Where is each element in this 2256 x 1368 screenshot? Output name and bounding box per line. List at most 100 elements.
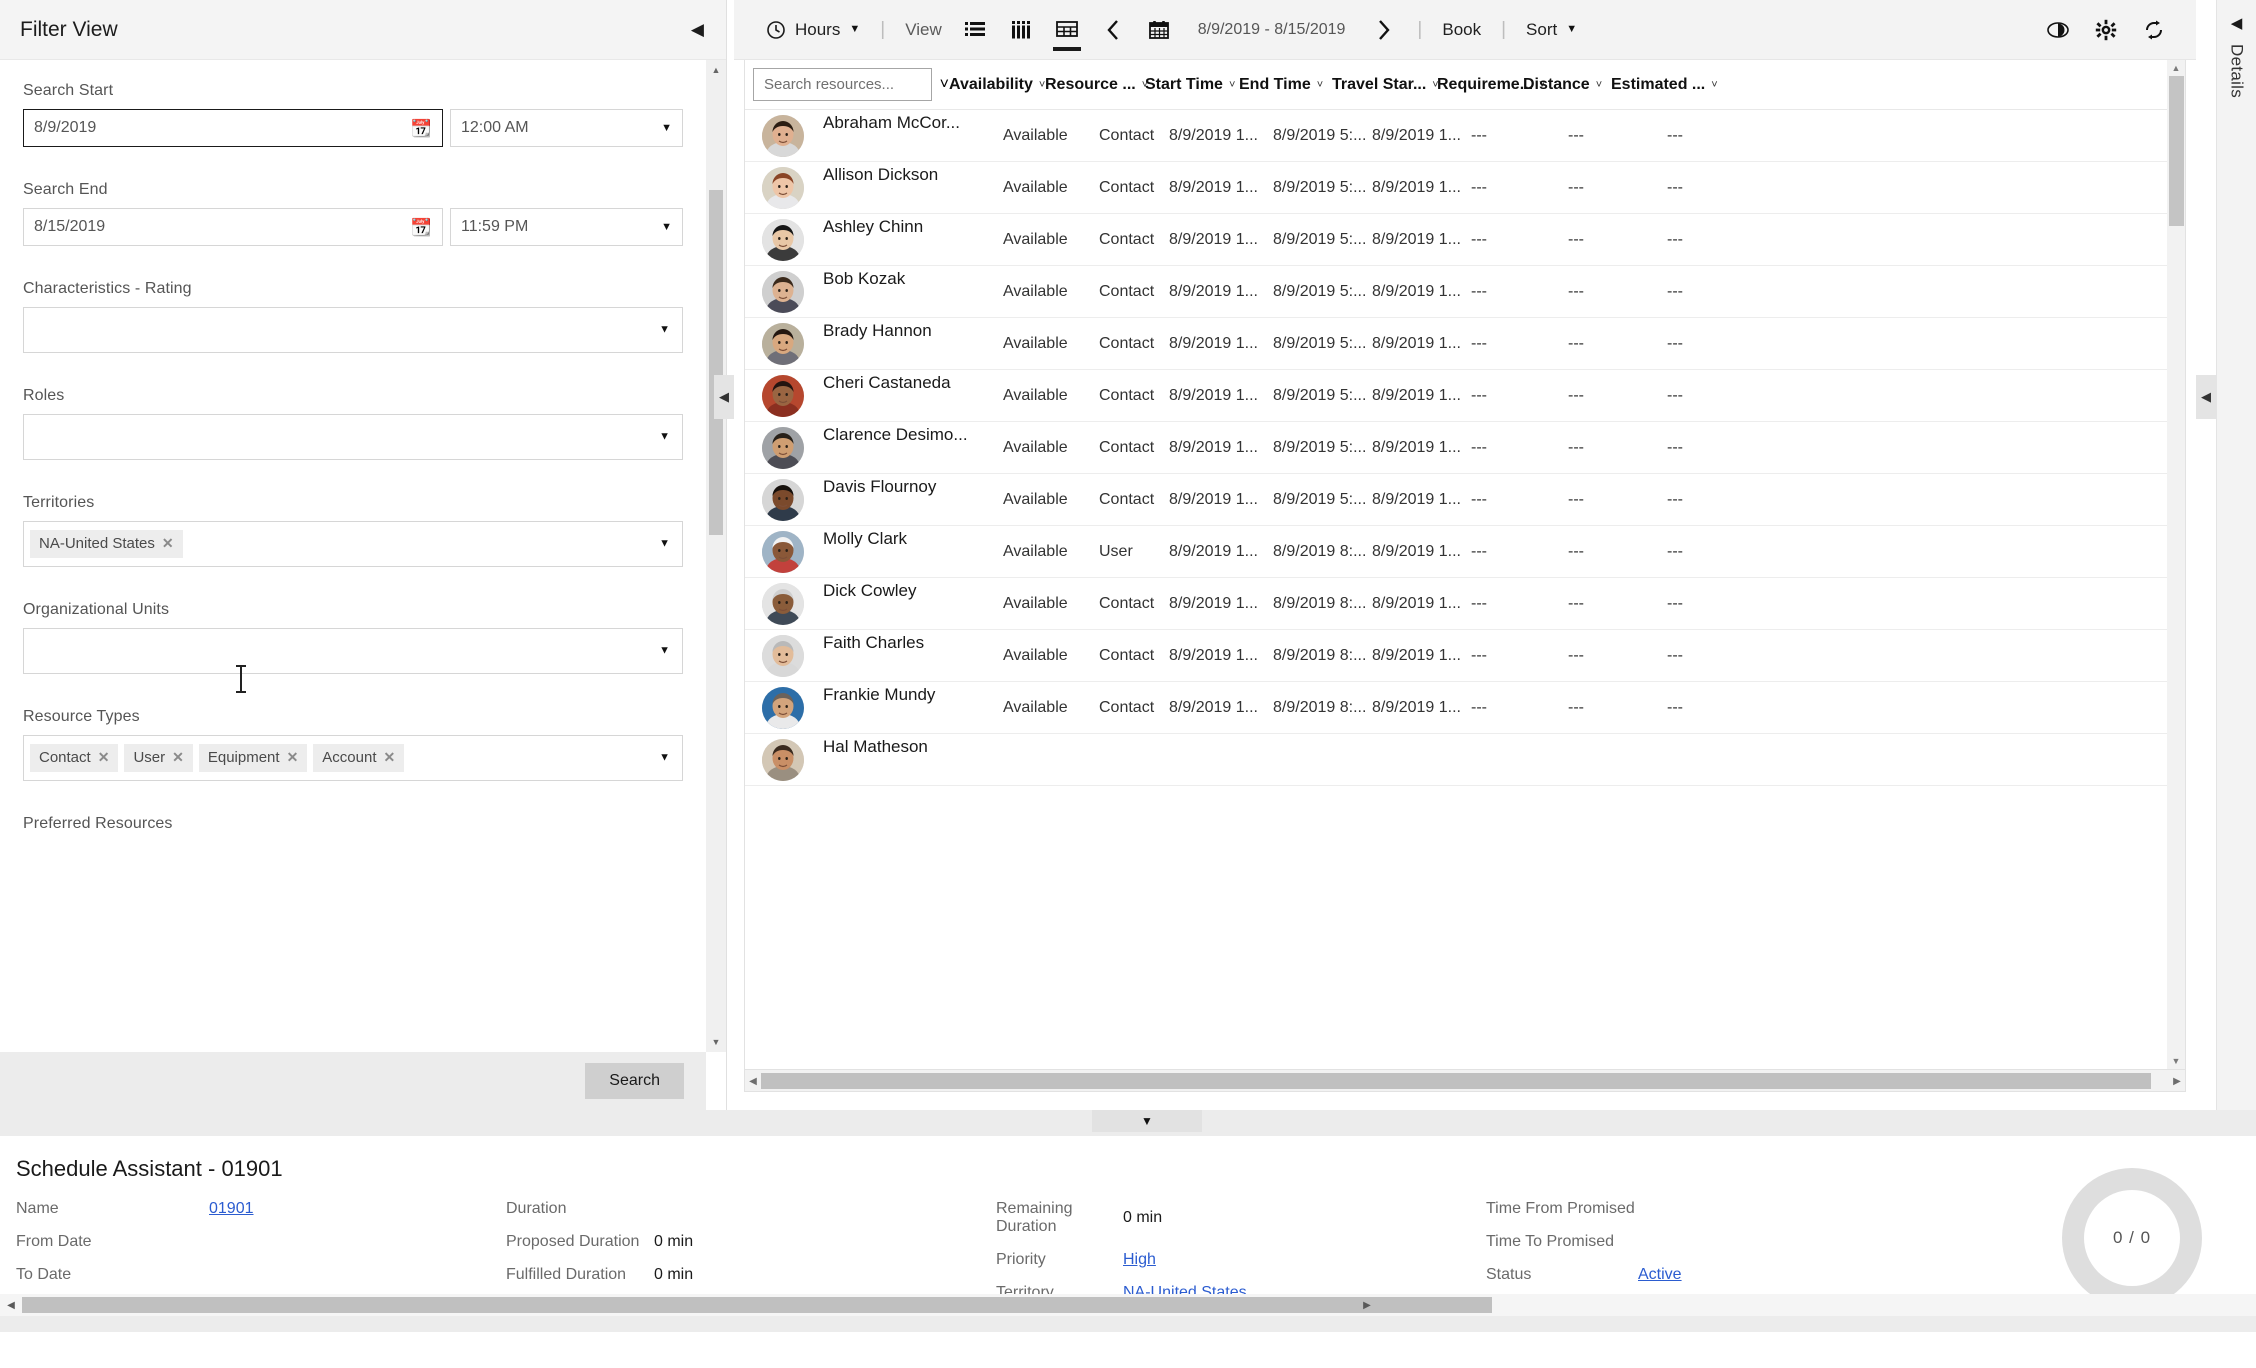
resource-types-select[interactable]: Contact ✕ User ✕ Equipment ✕ Account ✕ ▼ xyxy=(23,735,683,781)
column-header-label: Requireme... xyxy=(1437,75,1534,93)
detail-field-value[interactable]: High xyxy=(1123,1251,1156,1269)
column-header-start-time[interactable]: Start Time ˅ xyxy=(1145,76,1239,94)
search-end-date-input[interactable]: 8/15/2019 📆 xyxy=(23,208,443,246)
column-header-label: Estimated ... xyxy=(1611,75,1706,93)
panel-collapse-handle-right[interactable]: ◀ xyxy=(2196,375,2216,419)
resource-type-chip[interactable]: User ✕ xyxy=(124,744,193,772)
hours-dropdown[interactable]: Hours ▼ xyxy=(756,8,870,52)
table-row[interactable]: Allison Dickson Available Contact 8/9/2019 … xyxy=(745,162,2185,214)
resource-name: Frankie Mundy xyxy=(823,684,936,704)
scroll-left-icon[interactable]: ◀ xyxy=(745,1070,761,1092)
details-tab[interactable]: ◀ Details xyxy=(2216,0,2256,1110)
table-row[interactable]: Cheri Castaneda Available Contact 8/9/2019 … xyxy=(745,370,2185,422)
resource-type-chip[interactable]: Equipment ✕ xyxy=(198,744,308,772)
table-row[interactable]: Bob Kozak Available Contact 8/9/2019 1... 8/… xyxy=(745,266,2185,318)
splitter-collapse-button[interactable]: ▼ xyxy=(1092,1110,1202,1132)
table-row[interactable]: Hal Matheson xyxy=(745,734,2185,786)
column-header-availability[interactable]: Availability ˅ xyxy=(949,76,1045,94)
cell-start-time: 8/9/2019 1... xyxy=(1169,594,1258,612)
calendar-icon[interactable]: 📆 xyxy=(411,219,432,236)
search-start-time-select[interactable]: 12:00 AM ▼ xyxy=(450,109,683,147)
detail-field-value[interactable]: Active xyxy=(1638,1266,1682,1284)
table-row[interactable]: Frankie Mundy Available Contact 8/9/2019 1.… xyxy=(745,682,2185,734)
table-row[interactable]: Molly Clark Available User 8/9/2019 1... 8/9… xyxy=(745,526,2185,578)
chevron-left-icon[interactable]: ◀ xyxy=(2231,14,2243,32)
scroll-left-icon[interactable]: ◀ xyxy=(2,1294,20,1316)
table-vertical-scrollbar[interactable]: ▲ ▼ xyxy=(2167,60,2185,1069)
organizational-units-select[interactable]: ▼ xyxy=(23,628,683,674)
search-start-date-input[interactable]: 8/9/2019 📆 xyxy=(23,109,443,147)
detail-field: Time From Promised xyxy=(1486,1200,1906,1218)
eye-icon[interactable] xyxy=(2034,7,2082,53)
column-header-resource-type[interactable]: Resource ... ˅ xyxy=(1045,76,1148,94)
sort-dropdown[interactable]: Sort ▼ xyxy=(1516,8,1587,52)
detail-column-4: Time From Promised Time To Promised Stat… xyxy=(1486,1200,1906,1302)
close-icon[interactable]: ✕ xyxy=(162,535,174,552)
grid-view-icon[interactable] xyxy=(1044,7,1090,53)
book-button[interactable]: Book xyxy=(1432,8,1491,52)
cell-requirement: --- xyxy=(1471,282,1487,300)
cell-requirement: --- xyxy=(1471,646,1487,664)
close-icon[interactable]: ✕ xyxy=(172,749,184,766)
scrollbar-thumb[interactable] xyxy=(709,190,723,535)
scroll-right-icon[interactable]: ▶ xyxy=(2169,1070,2185,1092)
page-horizontal-scrollbar[interactable]: ◀ ▶ xyxy=(0,1294,2256,1316)
search-button[interactable]: Search xyxy=(585,1063,684,1099)
cell-end-time: 8/9/2019 5:... xyxy=(1273,334,1367,352)
filter-panel-scrollbar[interactable]: ▲ ▼ xyxy=(706,60,726,1052)
column-header-requirement[interactable]: Requireme... ˅ xyxy=(1437,76,1545,94)
table-row[interactable]: Faith Charles Available Contact 8/9/2019 1.… xyxy=(745,630,2185,682)
chevron-left-icon[interactable] xyxy=(1090,7,1136,53)
resource-type-chip[interactable]: Contact ✕ xyxy=(30,744,119,772)
scroll-down-icon[interactable]: ▼ xyxy=(706,1032,726,1052)
cell-travel-start: 8/9/2019 1... xyxy=(1372,126,1461,144)
detail-field-value[interactable]: 01901 xyxy=(209,1200,254,1218)
calendar-icon[interactable]: 📆 xyxy=(411,120,432,137)
column-header-distance[interactable]: Distance ˅ xyxy=(1523,76,1611,94)
panel-splitter[interactable]: ▼ xyxy=(0,1110,2256,1136)
column-header-estimated[interactable]: Estimated ... ˅ xyxy=(1611,76,1721,94)
chevron-down-icon[interactable]: ˅ xyxy=(940,76,949,94)
refresh-icon[interactable] xyxy=(2130,7,2178,53)
chevron-right-icon[interactable] xyxy=(1361,7,1407,53)
table-row[interactable]: Clarence Desimo... Available Contact 8/9/20… xyxy=(745,422,2185,474)
search-start-label: Search Start xyxy=(23,82,114,99)
cell-availability: Available xyxy=(1003,178,1068,196)
table-row[interactable]: Ashley Chinn Available Contact 8/9/2019 1..… xyxy=(745,214,2185,266)
close-icon[interactable]: ✕ xyxy=(287,749,299,766)
calendar-icon[interactable] xyxy=(1136,7,1182,53)
scroll-right-icon[interactable]: ▶ xyxy=(1358,1294,1376,1316)
close-icon[interactable]: ✕ xyxy=(384,749,396,766)
table-horizontal-scrollbar[interactable]: ◀ ▶ xyxy=(744,1070,2186,1092)
resource-name: Ashley Chinn xyxy=(823,216,924,236)
search-end-time-select[interactable]: 11:59 PM ▼ xyxy=(450,208,683,246)
scrollbar-thumb[interactable] xyxy=(22,1297,1492,1313)
cell-start-time: 8/9/2019 1... xyxy=(1169,230,1258,248)
column-header-travel-start[interactable]: Travel Star... ˅ xyxy=(1332,76,1439,94)
table-row[interactable]: Brady Hannon Available Contact 8/9/2019 1..… xyxy=(745,318,2185,370)
territories-select[interactable]: NA-United States ✕ ▼ xyxy=(23,521,683,567)
gear-icon[interactable] xyxy=(2082,7,2130,53)
scroll-up-icon[interactable]: ▲ xyxy=(2167,60,2185,76)
chevron-left-icon[interactable]: ◀ xyxy=(691,21,704,38)
scrollbar-thumb[interactable] xyxy=(2169,76,2184,226)
characteristics-rating-select[interactable]: ▼ xyxy=(23,307,683,353)
scroll-up-icon[interactable]: ▲ xyxy=(706,60,726,80)
cell-availability: Available xyxy=(1003,126,1068,144)
close-icon[interactable]: ✕ xyxy=(98,749,110,766)
scroll-down-icon[interactable]: ▼ xyxy=(2167,1053,2185,1069)
list-view-icon[interactable] xyxy=(952,7,998,53)
column-view-icon[interactable] xyxy=(998,7,1044,53)
resource-type-chip[interactable]: Account ✕ xyxy=(313,744,405,772)
roles-select[interactable]: ▼ xyxy=(23,414,683,460)
page-footer-bar xyxy=(0,1316,2256,1332)
table-row[interactable]: Abraham McCor... Available Contact 8/9/2019… xyxy=(745,110,2185,162)
panel-collapse-handle-left[interactable]: ◀ xyxy=(714,375,734,419)
scrollbar-thumb[interactable] xyxy=(761,1073,2151,1089)
column-header-end-time[interactable]: End Time ˅ xyxy=(1239,76,1332,94)
search-input[interactable]: Search resources... xyxy=(753,68,932,101)
cell-end-time: 8/9/2019 8:... xyxy=(1273,594,1367,612)
table-row[interactable]: Davis Flournoy Available Contact 8/9/2019 1… xyxy=(745,474,2185,526)
table-row[interactable]: Dick Cowley Available Contact 8/9/2019 1...… xyxy=(745,578,2185,630)
territory-chip[interactable]: NA-United States ✕ xyxy=(30,530,183,558)
